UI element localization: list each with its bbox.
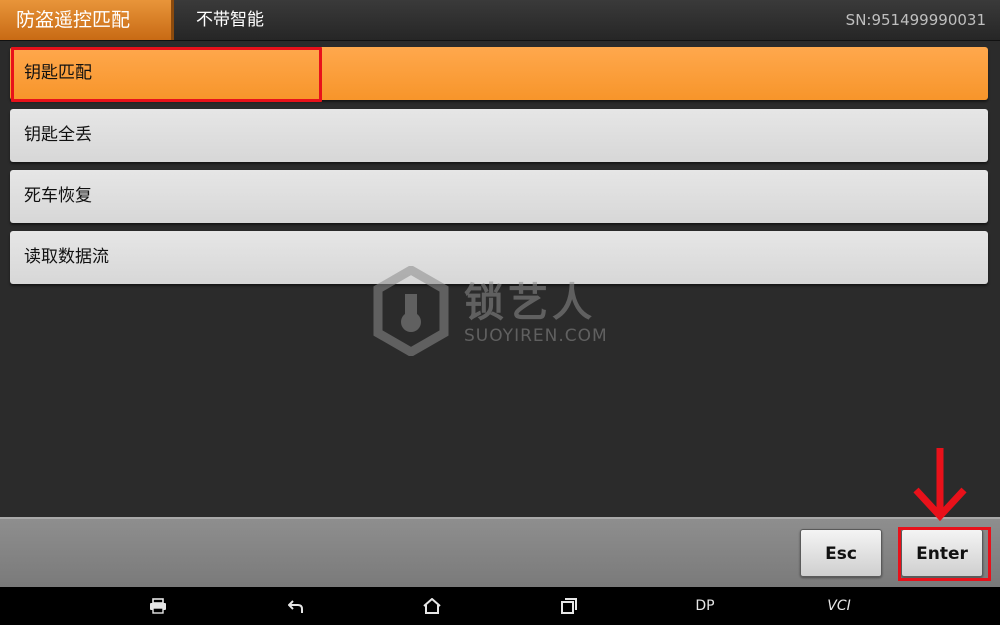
menu-item-label: 钥匙全丢 <box>24 125 92 145</box>
menu-item-label: 死车恢复 <box>24 186 92 206</box>
watermark-text-en: SUOYIREN.COM <box>464 326 608 346</box>
menu-item-key-matching[interactable]: 钥匙匹配 <box>10 47 988 102</box>
menu-item-label: 读取数据流 <box>24 247 109 267</box>
page-title: 防盗遥控匹配 <box>0 0 174 40</box>
back-icon[interactable] <box>284 587 308 625</box>
watermark-logo-icon <box>373 266 449 356</box>
title-bar: 防盗遥控匹配 不带智能 SN:951499990031 <box>0 0 1000 41</box>
dp-button[interactable]: DP <box>690 587 720 625</box>
menu-item-all-keys-lost[interactable]: 钥匙全丢 <box>10 109 988 162</box>
vci-button[interactable]: VCI <box>824 587 854 625</box>
home-icon[interactable] <box>420 587 444 625</box>
serial-number: SN:951499990031 <box>845 11 986 29</box>
system-navbar: DP VCI <box>0 587 1000 625</box>
menu-item-dead-car-recovery[interactable]: 死车恢复 <box>10 170 988 223</box>
enter-highlight-box <box>898 527 991 581</box>
arrow-down-icon <box>913 448 967 522</box>
esc-button[interactable]: Esc <box>800 529 882 577</box>
watermark-text-cn: 锁艺人 <box>464 280 596 326</box>
recent-apps-icon[interactable] <box>557 587 581 625</box>
menu-item-label: 钥匙匹配 <box>24 63 92 83</box>
print-icon[interactable] <box>146 587 170 625</box>
watermark: 锁艺人 SUOYIREN.COM <box>372 266 632 358</box>
bottom-toolbar: Esc Enter <box>0 517 1000 587</box>
page-subtitle: 不带智能 <box>196 10 264 30</box>
